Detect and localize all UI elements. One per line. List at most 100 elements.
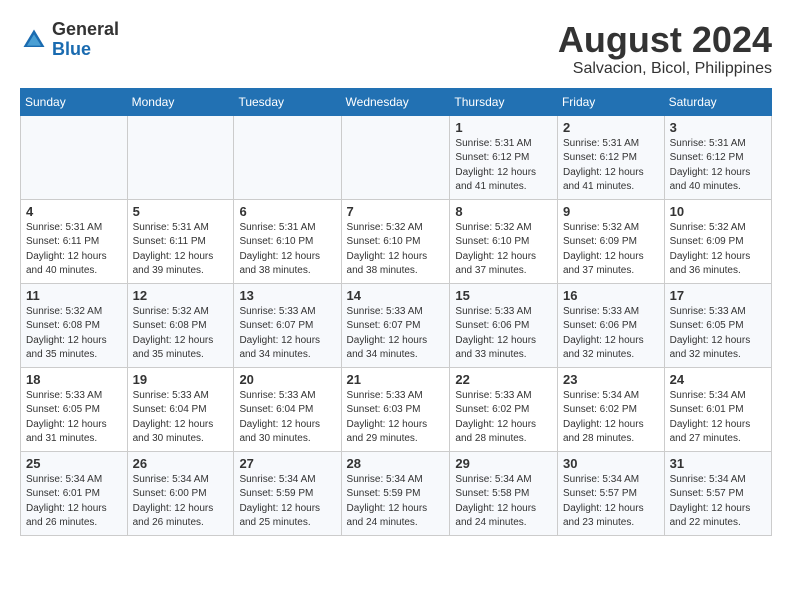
day-info: Sunrise: 5:33 AM Sunset: 6:06 PM Dayligh… [563, 305, 659, 363]
day-info: Sunrise: 5:32 AM Sunset: 6:08 PM Dayligh… [133, 305, 229, 363]
day-number: 7 [347, 204, 445, 219]
header-friday: Friday [557, 88, 664, 115]
day-cell [341, 115, 450, 199]
day-number: 27 [239, 456, 335, 471]
day-info: Sunrise: 5:32 AM Sunset: 6:10 PM Dayligh… [455, 221, 552, 279]
day-cell: 6 Sunrise: 5:31 AM Sunset: 6:10 PM Daylig… [234, 199, 341, 283]
day-number: 24 [670, 372, 766, 387]
week-row-1: 1 Sunrise: 5:31 AM Sunset: 6:12 PM Daylig… [21, 115, 772, 199]
day-cell: 18 Sunrise: 5:33 AM Sunset: 6:05 PM Dayli… [21, 367, 128, 451]
day-info: Sunrise: 5:34 AM Sunset: 5:58 PM Dayligh… [455, 473, 552, 531]
day-info: Sunrise: 5:31 AM Sunset: 6:12 PM Dayligh… [670, 137, 766, 195]
day-cell [234, 115, 341, 199]
day-info: Sunrise: 5:34 AM Sunset: 5:57 PM Dayligh… [563, 473, 659, 531]
day-cell: 29 Sunrise: 5:34 AM Sunset: 5:58 PM Dayli… [450, 451, 558, 535]
day-number: 29 [455, 456, 552, 471]
header-wednesday: Wednesday [341, 88, 450, 115]
header-sunday: Sunday [21, 88, 128, 115]
day-cell: 27 Sunrise: 5:34 AM Sunset: 5:59 PM Dayli… [234, 451, 341, 535]
day-cell: 12 Sunrise: 5:32 AM Sunset: 6:08 PM Dayli… [127, 283, 234, 367]
day-info: Sunrise: 5:32 AM Sunset: 6:09 PM Dayligh… [670, 221, 766, 279]
day-number: 6 [239, 204, 335, 219]
day-cell: 3 Sunrise: 5:31 AM Sunset: 6:12 PM Daylig… [664, 115, 771, 199]
day-cell [127, 115, 234, 199]
day-info: Sunrise: 5:33 AM Sunset: 6:03 PM Dayligh… [347, 389, 445, 447]
day-cell: 7Sunrise: 5:32 AM Sunset: 6:10 PM Daylig… [341, 199, 450, 283]
day-info: Sunrise: 5:34 AM Sunset: 5:59 PM Dayligh… [239, 473, 335, 531]
day-cell [21, 115, 128, 199]
day-number: 5 [133, 204, 229, 219]
day-info: Sunrise: 5:34 AM Sunset: 5:57 PM Dayligh… [670, 473, 766, 531]
day-number: 23 [563, 372, 659, 387]
day-info: Sunrise: 5:32 AM Sunset: 6:09 PM Dayligh… [563, 221, 659, 279]
day-number: 25 [26, 456, 122, 471]
header-monday: Monday [127, 88, 234, 115]
day-info: Sunrise: 5:33 AM Sunset: 6:05 PM Dayligh… [26, 389, 122, 447]
day-cell: 13Sunrise: 5:33 AM Sunset: 6:07 PM Dayli… [234, 283, 341, 367]
day-cell: 15 Sunrise: 5:33 AM Sunset: 6:06 PM Dayli… [450, 283, 558, 367]
day-number: 22 [455, 372, 552, 387]
day-cell: 24 Sunrise: 5:34 AM Sunset: 6:01 PM Dayli… [664, 367, 771, 451]
day-info: Sunrise: 5:33 AM Sunset: 6:04 PM Dayligh… [133, 389, 229, 447]
day-cell: 9 Sunrise: 5:32 AM Sunset: 6:09 PM Daylig… [557, 199, 664, 283]
day-number: 13 [239, 288, 335, 303]
day-cell: 16 Sunrise: 5:33 AM Sunset: 6:06 PM Dayli… [557, 283, 664, 367]
day-number: 8 [455, 204, 552, 219]
calendar-title: August 2024 [558, 20, 772, 60]
day-cell: 1 Sunrise: 5:31 AM Sunset: 6:12 PM Daylig… [450, 115, 558, 199]
day-number: 30 [563, 456, 659, 471]
day-cell: 14 Sunrise: 5:33 AM Sunset: 6:07 PM Dayli… [341, 283, 450, 367]
day-number: 16 [563, 288, 659, 303]
day-number: 17 [670, 288, 766, 303]
week-row-5: 25 Sunrise: 5:34 AM Sunset: 6:01 PM Dayli… [21, 451, 772, 535]
day-number: 20 [239, 372, 335, 387]
day-info: Sunrise: 5:33 AM Sunset: 6:06 PM Dayligh… [455, 305, 552, 363]
day-cell: 2 Sunrise: 5:31 AM Sunset: 6:12 PM Daylig… [557, 115, 664, 199]
calendar-subtitle: Salvacion, Bicol, Philippines [558, 60, 772, 78]
day-cell: 20Sunrise: 5:33 AM Sunset: 6:04 PM Dayli… [234, 367, 341, 451]
day-number: 14 [347, 288, 445, 303]
day-number: 11 [26, 288, 122, 303]
day-number: 9 [563, 204, 659, 219]
day-number: 1 [455, 120, 552, 135]
day-info: Sunrise: 5:33 AM Sunset: 6:07 PM Dayligh… [347, 305, 445, 363]
day-number: 12 [133, 288, 229, 303]
day-cell: 19 Sunrise: 5:33 AM Sunset: 6:04 PM Dayli… [127, 367, 234, 451]
day-info: Sunrise: 5:33 AM Sunset: 6:05 PM Dayligh… [670, 305, 766, 363]
day-number: 10 [670, 204, 766, 219]
title-block: August 2024 Salvacion, Bicol, Philippine… [558, 20, 772, 78]
day-cell: 21 Sunrise: 5:33 AM Sunset: 6:03 PM Dayli… [341, 367, 450, 451]
week-row-3: 11 Sunrise: 5:32 AM Sunset: 6:08 PM Dayli… [21, 283, 772, 367]
day-info: Sunrise: 5:34 AM Sunset: 6:02 PM Dayligh… [563, 389, 659, 447]
day-info: Sunrise: 5:34 AM Sunset: 5:59 PM Dayligh… [347, 473, 445, 531]
day-number: 15 [455, 288, 552, 303]
day-number: 21 [347, 372, 445, 387]
day-cell: 10 Sunrise: 5:32 AM Sunset: 6:09 PM Dayli… [664, 199, 771, 283]
day-number: 18 [26, 372, 122, 387]
day-cell: 26Sunrise: 5:34 AM Sunset: 6:00 PM Dayli… [127, 451, 234, 535]
day-cell: 25 Sunrise: 5:34 AM Sunset: 6:01 PM Dayli… [21, 451, 128, 535]
week-row-2: 4 Sunrise: 5:31 AM Sunset: 6:11 PM Daylig… [21, 199, 772, 283]
day-info: Sunrise: 5:32 AM Sunset: 6:08 PM Dayligh… [26, 305, 122, 363]
day-info: Sunrise: 5:31 AM Sunset: 6:10 PM Dayligh… [239, 221, 335, 279]
day-number: 4 [26, 204, 122, 219]
logo-icon [20, 26, 48, 54]
day-cell: 30 Sunrise: 5:34 AM Sunset: 5:57 PM Dayli… [557, 451, 664, 535]
day-info: Sunrise: 5:31 AM Sunset: 6:11 PM Dayligh… [133, 221, 229, 279]
day-info: Sunrise: 5:34 AM Sunset: 6:01 PM Dayligh… [670, 389, 766, 447]
day-cell: 17 Sunrise: 5:33 AM Sunset: 6:05 PM Dayli… [664, 283, 771, 367]
day-number: 3 [670, 120, 766, 135]
day-cell: 23 Sunrise: 5:34 AM Sunset: 6:02 PM Dayli… [557, 367, 664, 451]
day-number: 31 [670, 456, 766, 471]
day-info: Sunrise: 5:31 AM Sunset: 6:12 PM Dayligh… [563, 137, 659, 195]
day-cell: 31 Sunrise: 5:34 AM Sunset: 5:57 PM Dayli… [664, 451, 771, 535]
day-info: Sunrise: 5:31 AM Sunset: 6:12 PM Dayligh… [455, 137, 552, 195]
day-info: Sunrise: 5:34 AM Sunset: 6:01 PM Dayligh… [26, 473, 122, 531]
page-header: General Blue August 2024 Salvacion, Bico… [20, 20, 772, 78]
day-number: 2 [563, 120, 659, 135]
day-cell: 4Sunrise: 5:31 AM Sunset: 6:11 PM Daylig… [21, 199, 128, 283]
day-cell: 28Sunrise: 5:34 AM Sunset: 5:59 PM Dayli… [341, 451, 450, 535]
day-cell: 22Sunrise: 5:33 AM Sunset: 6:02 PM Dayli… [450, 367, 558, 451]
day-cell: 11 Sunrise: 5:32 AM Sunset: 6:08 PM Dayli… [21, 283, 128, 367]
day-number: 19 [133, 372, 229, 387]
